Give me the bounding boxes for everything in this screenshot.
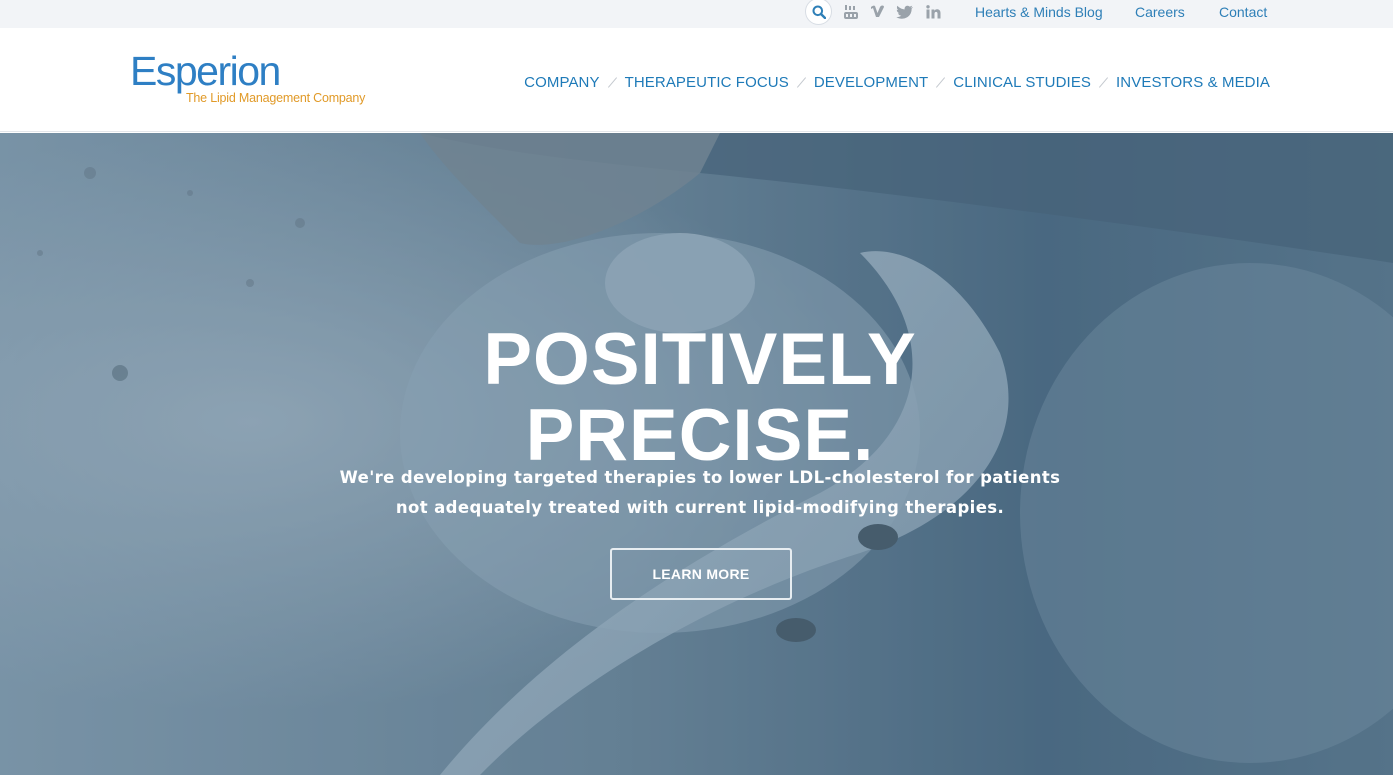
nav-item-company[interactable]: COMPANY: [524, 74, 599, 91]
main-nav: COMPANY THERAPEUTIC FOCUS DEVELOPMENT CL…: [524, 72, 1270, 92]
nav-separator: [1098, 76, 1109, 88]
utility-bar: Hearts & Minds Blog Careers Contact: [0, 0, 1393, 28]
hero-title-line1: POSITIVELY: [483, 318, 917, 400]
linkedin-icon: [925, 5, 940, 19]
youtube-icon: [844, 5, 858, 19]
hero-banner: POSITIVELY PRECISE. We're developing tar…: [0, 133, 1393, 775]
logo[interactable]: Esperion The Lipid Management Company: [130, 50, 370, 110]
vimeo-icon: [870, 5, 884, 17]
hero-subtitle-line2: not adequately treated with current lipi…: [395, 497, 1005, 517]
nav-item-clinical-studies[interactable]: CLINICAL STUDIES: [953, 74, 1091, 91]
nav-item-development[interactable]: DEVELOPMENT: [814, 74, 928, 91]
nav-separator: [796, 76, 806, 88]
nav-item-therapeutic-focus[interactable]: THERAPEUTIC FOCUS: [625, 74, 789, 91]
contact-link[interactable]: Contact: [1219, 4, 1267, 20]
logo-wordmark: Esperion: [130, 48, 281, 94]
twitter-link[interactable]: [895, 3, 915, 21]
vimeo-link[interactable]: [869, 3, 885, 21]
hero-subtitle: We're developing targeted therapies to l…: [300, 463, 1100, 523]
hero-title: POSITIVELY PRECISE.: [0, 318, 1393, 474]
blog-link[interactable]: Hearts & Minds Blog: [975, 4, 1103, 20]
search-icon: [812, 5, 826, 19]
logo-tagline: The Lipid Management Company: [186, 91, 366, 105]
twitter-icon: [896, 5, 913, 19]
nav-item-investors-media[interactable]: INVESTORS & MEDIA: [1116, 74, 1270, 91]
hero-subtitle-line1: We're developing targeted therapies to l…: [339, 467, 1061, 487]
linkedin-link[interactable]: [924, 3, 942, 21]
learn-more-button[interactable]: LEARN MORE: [610, 548, 792, 600]
nav-separator: [936, 76, 946, 88]
nav-separator: [607, 76, 617, 88]
search-button[interactable]: [805, 0, 832, 25]
youtube-link[interactable]: [843, 3, 859, 21]
careers-link[interactable]: Careers: [1135, 4, 1185, 20]
site-header: Esperion The Lipid Management Company CO…: [0, 28, 1393, 132]
